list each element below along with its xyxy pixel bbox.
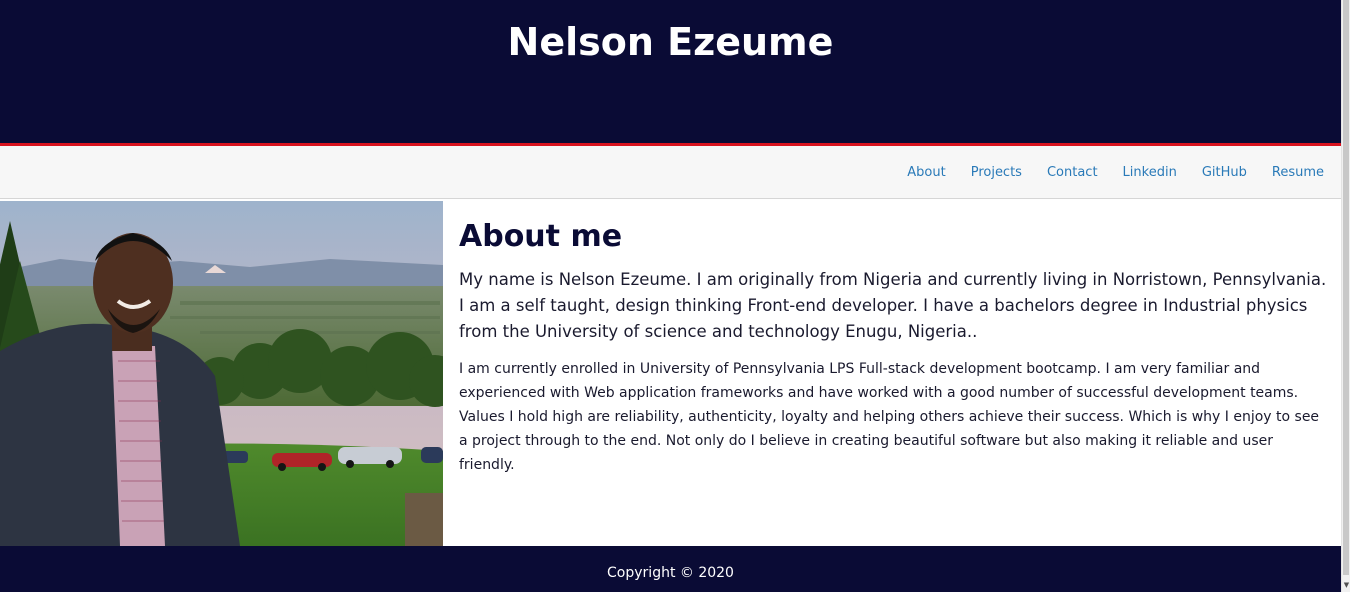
nav-link-projects[interactable]: Projects [971,165,1022,180]
site-footer: Copyright © 2020 [0,546,1341,592]
vertical-scrollbar[interactable]: ▼ [1341,0,1350,592]
nav-link-contact[interactable]: Contact [1047,165,1098,180]
scrollbar-thumb[interactable] [1343,0,1349,575]
profile-photo [0,201,443,546]
copyright-text: Copyright © 2020 [607,565,734,581]
about-body-paragraph: I am currently enrolled in University of… [459,361,1320,473]
nav-link-about[interactable]: About [907,165,945,180]
site-header: Nelson Ezeume [0,0,1341,143]
nav-links: About Projects Contact Linkedin GitHub R… [882,146,1324,198]
page: Nelson Ezeume About Projects Contact Lin… [0,0,1341,592]
navbar: About Projects Contact Linkedin GitHub R… [0,146,1341,199]
site-title: Nelson Ezeume [507,20,834,64]
nav-link-resume[interactable]: Resume [1272,165,1324,180]
about-section: About me My name is Nelson Ezeume. I am … [443,201,1341,546]
nav-link-linkedin[interactable]: Linkedin [1123,165,1177,180]
nav-link-github[interactable]: GitHub [1202,165,1247,180]
about-heading: About me [459,219,623,254]
chevron-down-icon[interactable]: ▼ [1342,580,1350,590]
about-intro-paragraph: My name is Nelson Ezeume. I am originall… [459,270,1327,341]
